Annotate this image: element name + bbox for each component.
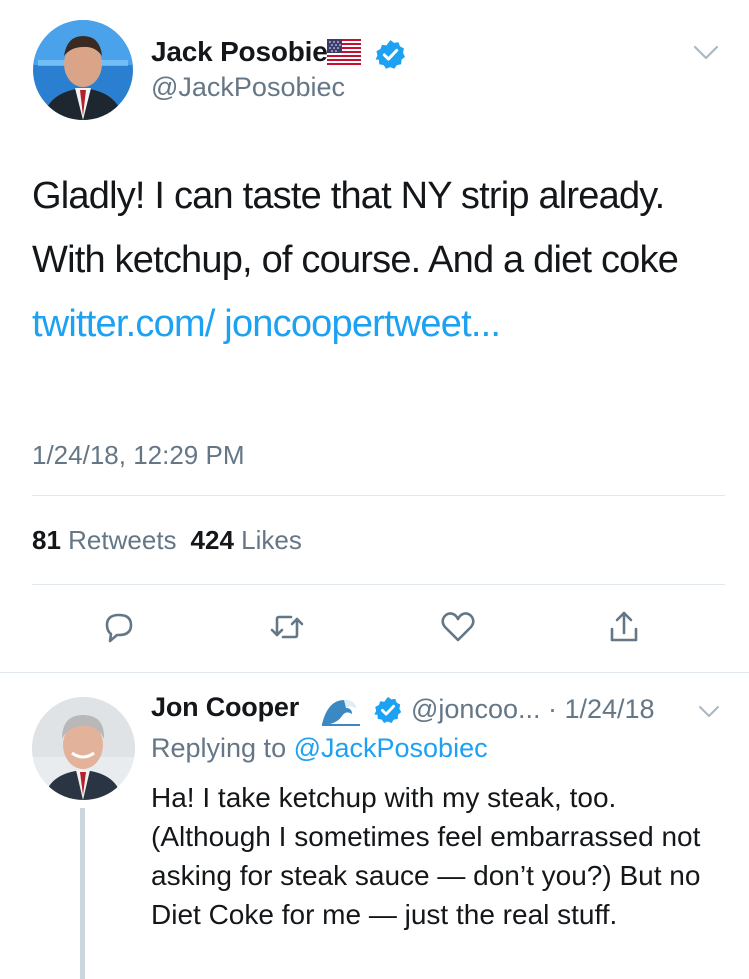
verified-badge-icon <box>374 38 407 71</box>
replying-prefix: Replying to <box>151 733 294 763</box>
tweet-body: Gladly! I can taste that NY strip alread… <box>32 175 679 281</box>
replying-to-link[interactable]: @JackPosobiec <box>294 733 488 763</box>
reply-author-avatar[interactable] <box>32 697 135 800</box>
likes-count: 424 <box>190 525 234 555</box>
divider <box>0 672 749 673</box>
us-flag-icon <box>327 39 361 65</box>
divider <box>32 495 725 496</box>
wave-icon <box>320 694 362 726</box>
reply-author-handle-date[interactable]: @joncoo... · 1/24/18 <box>411 694 655 725</box>
chevron-down-icon[interactable] <box>697 704 721 720</box>
retweet-icon[interactable] <box>267 607 307 647</box>
tweet-link[interactable]: twitter.com/ joncoopertweet... <box>32 303 501 345</box>
tweet-stats: 81 Retweets 424 Likes <box>32 525 302 556</box>
tweet-timestamp[interactable]: 1/24/18, 12:29 PM <box>32 440 244 471</box>
retweets-stat[interactable]: 81 Retweets <box>32 525 177 555</box>
author-avatar[interactable] <box>33 20 133 120</box>
replying-to-label: Replying to @JackPosobiec <box>151 733 488 764</box>
author-handle[interactable]: @JackPosobiec <box>151 72 345 103</box>
author-name[interactable]: Jack Posobiec <box>151 36 343 68</box>
verified-badge-icon <box>373 695 403 725</box>
thread-connector-line <box>80 808 85 979</box>
likes-stat[interactable]: 424 Likes <box>191 525 302 555</box>
like-icon[interactable] <box>438 607 478 647</box>
chevron-down-icon[interactable] <box>692 44 720 62</box>
share-icon[interactable] <box>604 607 644 647</box>
reply-tweet-text: Ha! I take ketchup with my steak, too. (… <box>151 782 701 930</box>
likes-label: Likes <box>241 525 302 555</box>
reply-icon[interactable] <box>99 607 139 647</box>
retweets-count: 81 <box>32 525 61 555</box>
divider <box>32 584 725 585</box>
retweets-label: Retweets <box>68 525 177 555</box>
reply-author-name[interactable]: Jon Cooper <box>151 692 299 723</box>
tweet-text: Gladly! I can taste that NY strip alread… <box>32 164 732 356</box>
